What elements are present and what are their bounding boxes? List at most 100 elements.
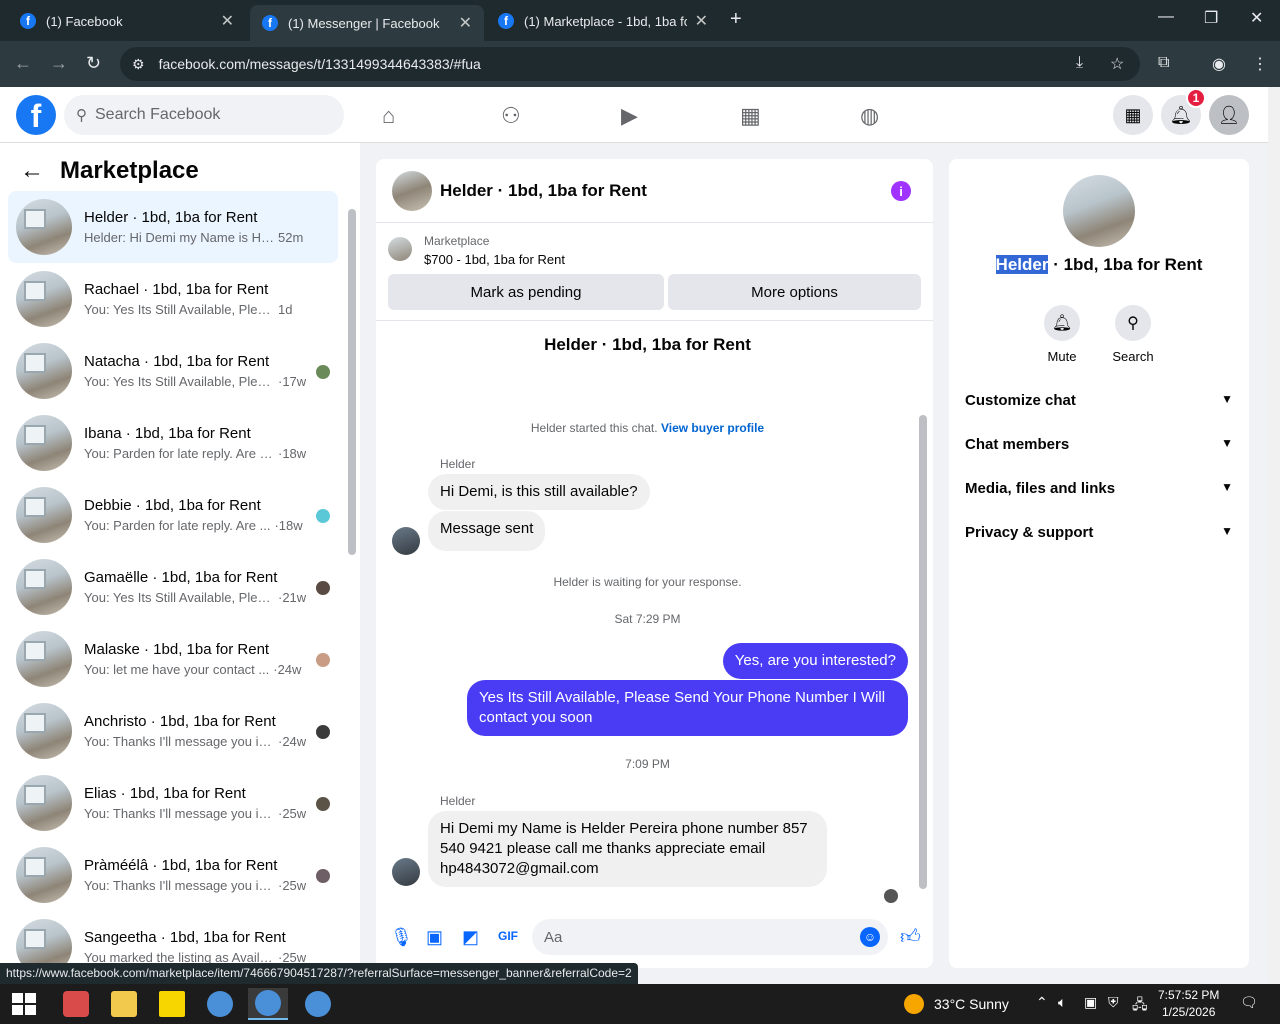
gaming-icon[interactable]: ◍ xyxy=(860,103,879,129)
chrome-icon[interactable] xyxy=(298,988,338,1020)
tray-app-icon[interactable]: ▣ xyxy=(1084,994,1097,1011)
conversation-name: Sangeetha · 1bd, 1ba for Rent xyxy=(84,929,286,946)
conversation-item[interactable]: Pràméélâ · 1bd, 1ba for Rent You: Thanks… xyxy=(8,839,338,911)
seen-avatar xyxy=(316,869,330,883)
incoming-message[interactable]: Hi Demi, is this still available? xyxy=(428,474,650,510)
network-icon[interactable]: 🖧︎ xyxy=(1132,994,1148,1018)
messages-scrollbar[interactable] xyxy=(919,415,927,889)
emoji-icon[interactable]: ☺ xyxy=(860,927,880,947)
close-icon[interactable]: ✕ xyxy=(221,11,234,31)
listing-avatar[interactable] xyxy=(1063,175,1135,247)
security-shield-icon[interactable]: ⛨ xyxy=(1108,994,1119,1011)
conversation-item[interactable]: Debbie · 1bd, 1ba for Rent You: Parden f… xyxy=(8,479,338,551)
conversation-name: Natacha · 1bd, 1ba for Rent xyxy=(84,353,270,370)
tab-search-icon[interactable]: ⧉ xyxy=(1158,54,1169,72)
profile-icon[interactable]: ◉ xyxy=(1212,54,1226,74)
facebook-logo-icon[interactable]: f xyxy=(16,95,56,135)
timestamp: Sat 7:29 PM xyxy=(614,612,681,626)
conversation-time: ·18w xyxy=(278,446,307,461)
sender-avatar[interactable] xyxy=(392,858,420,886)
file-explorer-icon[interactable] xyxy=(104,988,144,1020)
microphone-icon[interactable]: 🎙︎ xyxy=(390,927,413,948)
conversation-preview: Helder: Hi Demi my Name is Held... xyxy=(84,230,274,245)
listing-thumbnail[interactable] xyxy=(388,237,412,261)
outgoing-message[interactable]: Yes, are you interested? xyxy=(722,643,908,679)
conversation-item[interactable]: Helder · 1bd, 1ba for Rent Helder: Hi De… xyxy=(8,191,338,263)
outgoing-message[interactable]: Yes Its Still Available, Please Send You… xyxy=(467,680,908,736)
chrome-icon[interactable] xyxy=(200,988,240,1020)
tab-facebook[interactable]: f (1) Facebook ✕ xyxy=(8,5,246,37)
conversation-item[interactable]: Rachael · 1bd, 1ba for Rent You: Yes Its… xyxy=(8,263,338,335)
search-input[interactable]: ⚲ Search Facebook xyxy=(64,95,344,135)
thumbs-up-icon[interactable]: 👍︎ xyxy=(900,925,921,949)
privacy-support-section[interactable]: Privacy & support ▼ xyxy=(965,524,1233,541)
gif-icon[interactable]: GIF xyxy=(498,929,518,943)
minimize-icon[interactable]: — xyxy=(1158,8,1174,26)
menu-grid-icon[interactable]: ▦ xyxy=(1113,95,1153,135)
home-icon[interactable]: ⌂ xyxy=(382,103,395,129)
close-icon[interactable]: ✕ xyxy=(695,11,708,31)
view-buyer-profile-link[interactable]: View buyer profile xyxy=(661,421,764,435)
incoming-message[interactable]: Hi Demi my Name is Helder Pereira phone … xyxy=(428,811,827,887)
search-button[interactable]: ⚲ Search xyxy=(1103,305,1163,364)
tab-messenger[interactable]: f (1) Messenger | Facebook ✕ xyxy=(250,5,484,41)
conversation-item[interactable]: Gamaëlle · 1bd, 1ba for Rent You: Yes It… xyxy=(8,551,338,623)
tab-marketplace[interactable]: f (1) Marketplace - 1bd, 1ba for R ✕ xyxy=(486,5,720,37)
reload-icon[interactable]: ↻ xyxy=(86,53,101,74)
menu-dots-icon[interactable]: ⋮ xyxy=(1252,54,1268,74)
conversation-item[interactable]: Anchristo · 1bd, 1ba for Rent You: Thank… xyxy=(8,695,338,767)
browser-toolbar: ← → ↻ ⚙ facebook.com/messages/t/13314993… xyxy=(0,41,1280,87)
windows-start-icon[interactable] xyxy=(12,993,36,1015)
sender-avatar[interactable] xyxy=(392,527,420,555)
weather-widget[interactable]: 33°C Sunny xyxy=(904,994,1009,1014)
incoming-message[interactable]: Message sent xyxy=(428,511,546,551)
address-bar[interactable]: ⚙ facebook.com/messages/t/13314993446433… xyxy=(120,47,1140,81)
chrome-icon[interactable] xyxy=(248,988,288,1020)
system-clock[interactable]: 7:57:52 PM 1/25/2026 xyxy=(1158,987,1219,1021)
conversation-item[interactable]: Natacha · 1bd, 1ba for Rent You: Yes Its… xyxy=(8,335,338,407)
page-scrollbar[interactable] xyxy=(1268,87,1280,983)
close-icon[interactable]: ✕ xyxy=(459,13,472,33)
back-arrow-icon[interactable]: ← xyxy=(20,157,44,185)
photo-icon[interactable]: ▣ xyxy=(426,927,443,948)
conversation-item[interactable]: Elias · 1bd, 1ba for Rent You: Thanks I'… xyxy=(8,767,338,839)
conversation-item[interactable]: Ibana · 1bd, 1ba for Rent You: Parden fo… xyxy=(8,407,338,479)
bookmark-star-icon[interactable]: ☆ xyxy=(1110,54,1124,74)
conversation-time: ·24w xyxy=(273,662,302,677)
customize-chat-section[interactable]: Customize chat ▼ xyxy=(965,392,1233,409)
conversation-item[interactable]: Malaske · 1bd, 1ba for Rent You: let me … xyxy=(8,623,338,695)
details-title: Helder · 1bd, 1ba for Rent xyxy=(949,255,1249,275)
listing-price-title[interactable]: $700 - 1bd, 1ba for Rent xyxy=(424,252,565,267)
chat-title[interactable]: Helder · 1bd, 1ba for Rent xyxy=(440,181,647,201)
mark-as-pending-button[interactable]: Mark as pending xyxy=(388,274,664,310)
snipping-tool-icon[interactable] xyxy=(56,988,96,1020)
window-close-icon[interactable]: ✕ xyxy=(1250,8,1263,28)
new-tab-button[interactable]: + xyxy=(730,8,742,31)
sticky-notes-icon[interactable] xyxy=(152,988,192,1020)
conversation-item[interactable]: Sangeetha · 1bd, 1ba for Rent You marked… xyxy=(8,911,338,963)
conversation-time: ·17w xyxy=(278,374,307,389)
site-settings-icon[interactable]: ⚙ xyxy=(132,56,145,73)
marketplace-label: Marketplace xyxy=(424,234,490,248)
marketplace-icon[interactable]: ▦ xyxy=(740,103,761,129)
friends-icon[interactable]: ⚇ xyxy=(501,103,521,129)
install-app-icon[interactable]: ⤓ xyxy=(1076,54,1083,72)
more-options-button[interactable]: More options xyxy=(668,274,921,310)
message-input[interactable]: Aa xyxy=(532,919,888,955)
info-icon[interactable]: i xyxy=(891,181,911,201)
sidebar-scrollbar[interactable] xyxy=(348,209,356,555)
sticker-icon[interactable]: ◩ xyxy=(462,927,479,948)
conversation-name: Rachael · 1bd, 1ba for Rent xyxy=(84,281,269,298)
chat-avatar[interactable] xyxy=(392,170,432,211)
mute-button[interactable]: 🔔︎ Mute xyxy=(1032,305,1092,364)
media-files-links-section[interactable]: Media, files and links ▼ xyxy=(965,480,1233,497)
chevron-up-icon[interactable]: ⌃ xyxy=(1036,994,1048,1011)
chat-members-section[interactable]: Chat members ▼ xyxy=(965,436,1233,453)
volume-muted-icon[interactable]: 🔈︎ xyxy=(1058,994,1066,1011)
restore-icon[interactable]: ❐ xyxy=(1204,8,1218,28)
account-avatar[interactable]: 👤︎ xyxy=(1209,95,1249,135)
video-icon[interactable]: ▶ xyxy=(621,103,638,129)
forward-arrow-icon[interactable]: → xyxy=(50,53,68,74)
notifications-center-icon[interactable]: 🗨︎ xyxy=(1240,994,1258,1011)
back-arrow-icon[interactable]: ← xyxy=(14,53,32,74)
